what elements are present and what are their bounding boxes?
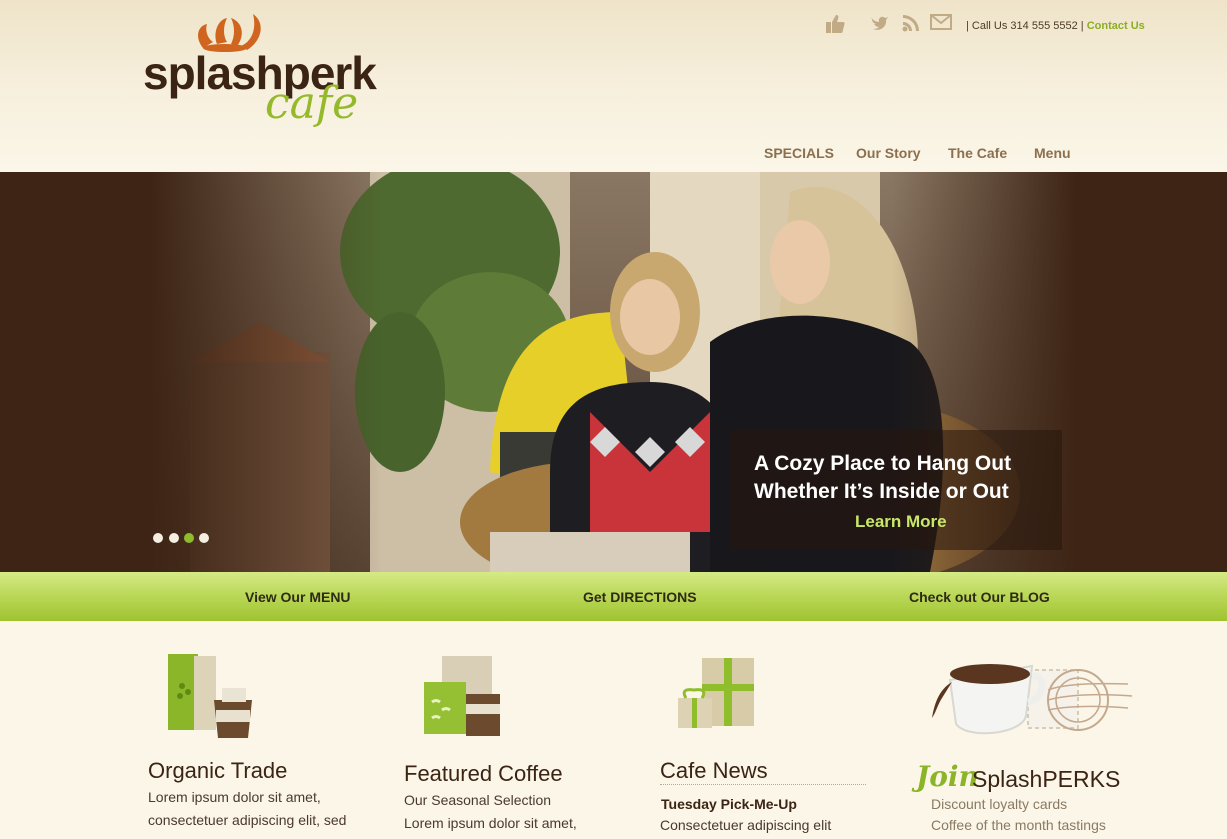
logo-cafe-word: cafe xyxy=(265,78,359,129)
cafe-news-title[interactable]: Cafe News xyxy=(660,758,768,784)
organic-trade-text-2: consectetuer adipiscing elit, sed xyxy=(148,812,347,828)
hero-title-line2: Whether It’s Inside or Out xyxy=(754,480,1009,503)
call-us-text: | Call Us 314 555 5552 | xyxy=(966,20,1084,32)
slider-dot[interactable] xyxy=(169,533,179,543)
nav-item-specials[interactable]: SPECIALS xyxy=(764,145,834,161)
join-word[interactable]: Join xyxy=(916,760,979,793)
hero-caption: A Cozy Place to Hang Out Whether It’s In… xyxy=(730,430,1062,550)
contact-us-link[interactable]: Contact Us xyxy=(1087,20,1145,32)
learn-more-link[interactable]: Learn More xyxy=(855,512,947,532)
organic-trade-title[interactable]: Organic Trade xyxy=(148,758,287,784)
slider-dot[interactable] xyxy=(153,533,163,543)
blog-link[interactable]: Check out Our BLOG xyxy=(909,589,1050,605)
news-divider xyxy=(660,784,866,785)
slider-dot[interactable] xyxy=(199,533,209,543)
splashperks-title[interactable]: SplashPERKS xyxy=(972,766,1120,793)
nav-item-menu[interactable]: Menu xyxy=(1034,145,1071,161)
thumbs-up-icon[interactable] xyxy=(824,14,846,39)
nav-item-our-story[interactable]: Our Story xyxy=(856,145,921,161)
organic-trade-text-1: Lorem ipsum dolor sit amet, xyxy=(148,789,321,805)
join-text-2: Coffee of the month tastings xyxy=(931,817,1106,833)
featured-coffee-subtitle: Our Seasonal Selection xyxy=(404,792,552,808)
hero-slider: A Cozy Place to Hang Out Whether It’s In… xyxy=(0,172,1227,572)
featured-coffee-title[interactable]: Featured Coffee xyxy=(404,761,563,787)
site-header: splashperk cafe | Call Us 314 555 5552 |… xyxy=(0,0,1227,172)
join-text-1: Discount loyalty cards xyxy=(931,796,1068,812)
view-menu-link[interactable]: View Our MENU xyxy=(245,589,351,605)
twitter-bird-icon[interactable] xyxy=(870,14,890,37)
contact-line: | Call Us 314 555 5552 | Contact Us xyxy=(966,20,1145,32)
coffee-bags-icon xyxy=(424,656,500,736)
news-text: Consectetuer adipiscing elit xyxy=(660,817,832,833)
organic-coffee-bag-icon xyxy=(168,654,252,738)
hero-title: A Cozy Place to Hang Out Whether It’s In… xyxy=(754,450,1054,506)
news-headline[interactable]: Tuesday Pick-Me-Up xyxy=(661,796,797,812)
main-nav: SPECIALS Our Story The Cafe Menu xyxy=(0,145,1227,165)
featured-coffee-text: Lorem ipsum dolor sit amet, xyxy=(404,815,577,831)
get-directions-link[interactable]: Get DIRECTIONS xyxy=(583,589,697,605)
coffee-cup-stamp-icon xyxy=(932,664,1133,735)
splashperk-logo[interactable]: splashperk cafe xyxy=(143,8,383,133)
quick-links-bar: View Our MENU Get DIRECTIONS Check out O… xyxy=(0,572,1227,621)
rss-icon[interactable] xyxy=(902,14,920,37)
hero-title-line1: A Cozy Place to Hang Out xyxy=(754,452,1012,475)
splash-logo-icon xyxy=(198,14,261,52)
slider-dot-active[interactable] xyxy=(184,533,194,543)
nav-item-the-cafe[interactable]: The Cafe xyxy=(948,145,1007,161)
mail-icon[interactable] xyxy=(930,14,952,35)
gift-box-icon xyxy=(678,658,754,728)
